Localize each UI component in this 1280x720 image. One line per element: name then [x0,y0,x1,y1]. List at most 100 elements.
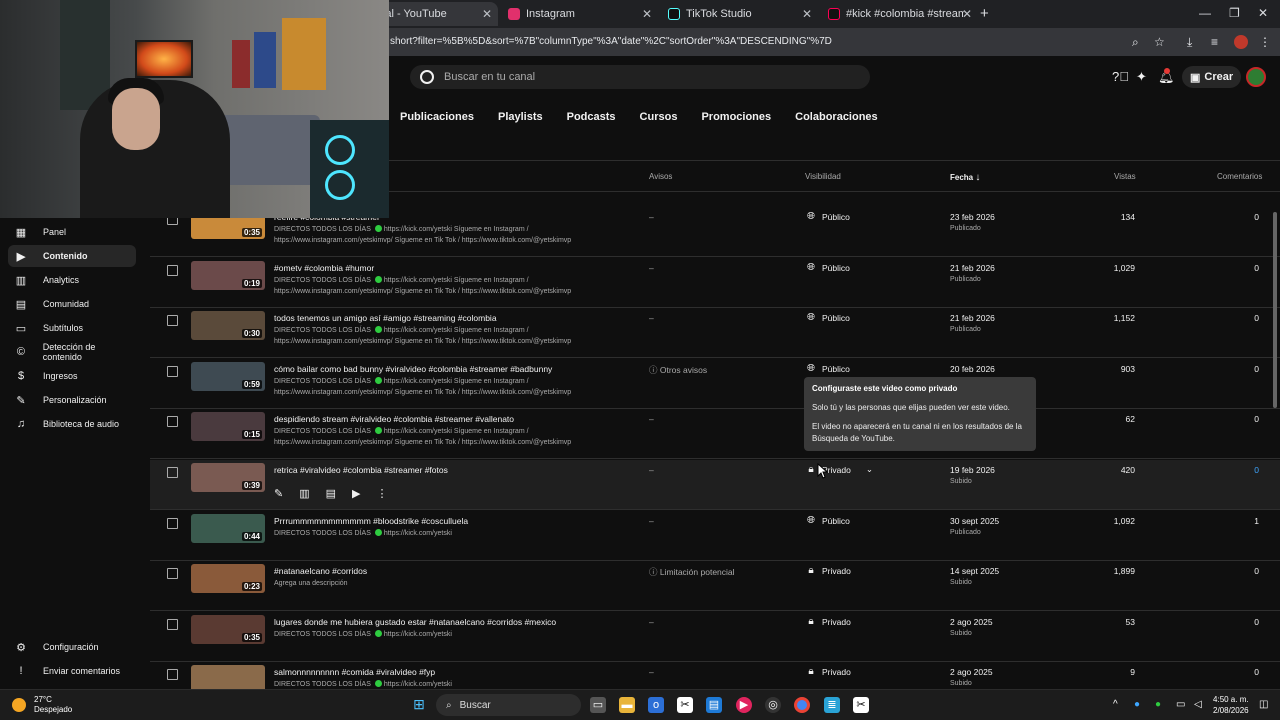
taskbar-clock[interactable]: 4:50 a. m. 2/08/2026 [1213,694,1249,716]
video-thumbnail[interactable]: 0:59 [191,362,265,391]
tab-podcasts[interactable]: Podcasts [567,111,616,123]
browser-tab-tiktok[interactable]: TikTok Studio ✕ [660,2,818,26]
new-tab-icon[interactable]: + [980,5,989,22]
sidebar-item[interactable]: $ Ingresos [8,365,136,387]
table-row[interactable]: 0:19 #ometv #colombia #humor DIRECTOS TODO… [150,258,1280,308]
task-view-icon[interactable]: ▭ [590,697,606,713]
row-checkbox[interactable] [167,315,178,326]
video-thumbnail[interactable]: 0:15 [191,412,265,441]
youtube-view-icon[interactable]: ▶ [352,487,360,500]
capcut-icon[interactable]: ✂ [853,697,869,713]
file-explorer-icon[interactable]: ▬ [619,697,635,713]
menu-kebab-icon[interactable]: ⋮ [1259,35,1271,49]
visibility-cell[interactable]: 🌐︎ Público [805,211,850,222]
row-checkbox[interactable] [167,416,178,427]
visibility-cell[interactable]: 🌐︎ Público [805,363,850,374]
video-title[interactable]: salmonnnnnnnnn #comida #viralvideo #fyp [274,667,435,677]
column-header-date[interactable]: Fecha ↓ [950,172,980,183]
browser-tab-instagram[interactable]: Instagram ✕ [500,2,658,26]
help-icon[interactable]: ?⃝ [1112,69,1129,84]
row-checkbox[interactable] [167,265,178,276]
visibility-cell[interactable]: 🔒︎ Privado [805,666,851,677]
video-thumbnail[interactable]: 0:35 [191,615,265,644]
video-title[interactable]: despidiendo stream #viralvideo #colombia… [274,414,514,424]
network-icon[interactable]: ▭ [1176,699,1185,710]
url-text[interactable]: short?filter=%5B%5D&sort=%7B"columnType"… [390,36,832,47]
video-title[interactable]: retrica #viralvideo #colombia #streamer … [274,465,448,475]
video-title[interactable]: Prrrummmmmmmmmmm #bloodstrike #coscullue… [274,516,468,526]
sidebar-item[interactable]: ✎ Personalización [8,389,136,411]
visibility-cell[interactable]: 🌐︎ Público [805,515,850,526]
download-icon[interactable]: ⤓ [1187,35,1192,50]
sidebar-item[interactable]: ! Enviar comentarios [8,660,136,682]
tab-cursos[interactable]: Cursos [640,111,678,123]
close-icon[interactable]: ✕ [962,7,972,21]
channel-avatar[interactable] [1246,67,1266,87]
table-row[interactable]: 0:30 todos tenemos un amigo así #amigo #s… [150,308,1280,358]
video-title[interactable]: #natanaelcano #corridos [274,566,367,576]
chrome-icon[interactable] [794,697,810,713]
sidebar-item[interactable]: ▥ Analytics [8,269,136,291]
chevron-down-icon[interactable]: ⌄ [866,464,873,475]
close-icon[interactable]: ✕ [482,7,492,21]
row-checkbox[interactable] [167,619,178,630]
table-row[interactable]: 0:39 retrica #viralvideo #colombia #strea… [150,460,1280,510]
table-scrollbar[interactable] [1273,212,1277,408]
sidebar-item[interactable]: ▤ Comunidad [8,293,136,315]
channel-search-input[interactable]: Buscar en tu canal [410,65,870,89]
minimize-icon[interactable]: — [1199,6,1211,20]
more-options-icon[interactable]: ⋮ [377,487,388,500]
sidebar-item[interactable]: ▭ Subtítulos [8,317,136,339]
weather-widget[interactable]: 27°C Despejado [12,695,72,715]
sidebar-item[interactable]: ⚙ Configuración [8,636,136,658]
volume-icon[interactable]: ◁ [1194,699,1202,710]
tab-colaboraciones[interactable]: Colaboraciones [795,111,878,123]
media-player-icon[interactable]: ▶ [736,697,752,713]
row-checkbox[interactable] [167,366,178,377]
table-row[interactable]: 0:44 Prrrummmmmmmmmmm #bloodstrike #coscu… [150,511,1280,561]
row-checkbox[interactable] [167,467,178,478]
video-thumbnail[interactable]: 0:23 [191,564,265,593]
video-comments[interactable]: 0 [1180,465,1259,475]
browser-tab-kick[interactable]: #kick #colombia #streamer #ye ✕ [820,2,978,26]
visibility-cell[interactable]: 🔒︎ Privado [805,565,851,576]
notepad-icon[interactable]: ≣ [824,697,840,713]
video-title[interactable]: todos tenemos un amigo así #amigo #strea… [274,313,497,323]
tab-playlists[interactable]: Playlists [498,111,543,123]
table-row[interactable]: 0:15 despidiendo stream #viralvideo #colo… [150,409,1280,459]
row-checkbox[interactable] [167,518,178,529]
outlook-icon[interactable]: o [648,697,664,713]
column-header-notices[interactable]: Avisos [649,172,672,181]
tray-app-icon[interactable]: ● [1134,699,1140,710]
tray-chevron-icon[interactable]: ^ [1113,699,1118,710]
video-title[interactable]: cómo bailar como bad bunny #viralvideo #… [274,364,552,374]
visibility-cell[interactable]: 🌐︎ Público [805,312,850,323]
sidebar-item[interactable]: ▦ Panel [8,221,136,243]
restore-icon[interactable]: ❐ [1229,6,1240,20]
video-thumbnail[interactable]: 0:44 [191,514,265,543]
comments-icon[interactable]: ▤ [326,487,336,500]
profile-avatar-icon[interactable] [1234,35,1248,49]
tab-publicaciones[interactable]: Publicaciones [400,111,474,123]
row-checkbox[interactable] [167,669,178,680]
visibility-cell[interactable]: 🔒︎ Privado [805,616,851,627]
visibility-cell[interactable]: 🔒︎ Privado ⌄ [805,464,873,475]
row-checkbox[interactable] [167,568,178,579]
sparkle-icon[interactable]: ✦ [1136,69,1147,85]
zoom-icon[interactable]: ⌕ [1132,35,1139,50]
visibility-cell[interactable]: 🌐︎ Público [805,262,850,273]
tab-promociones[interactable]: Promociones [701,111,771,123]
close-window-icon[interactable]: ✕ [1258,6,1268,20]
store-icon[interactable]: ▤ [706,697,722,713]
video-thumbnail[interactable]: 0:19 [191,261,265,290]
video-thumbnail[interactable]: 0:39 [191,463,265,492]
windows-start-icon[interactable]: ⊞ [411,696,427,712]
sidebar-item[interactable]: ▶ Contenido [8,245,136,267]
tray-app-icon[interactable]: ● [1155,699,1161,710]
analytics-icon[interactable]: ▥ [299,487,309,500]
bookmark-star-icon[interactable]: ☆ [1154,35,1165,49]
taskbar-search[interactable]: ⌕ Buscar [436,694,581,716]
edit-pencil-icon[interactable]: ✎ [274,487,283,500]
table-row[interactable]: 0:23 #natanaelcano #corridos Agrega una de… [150,561,1280,611]
video-title[interactable]: #ometv #colombia #humor [274,263,374,273]
